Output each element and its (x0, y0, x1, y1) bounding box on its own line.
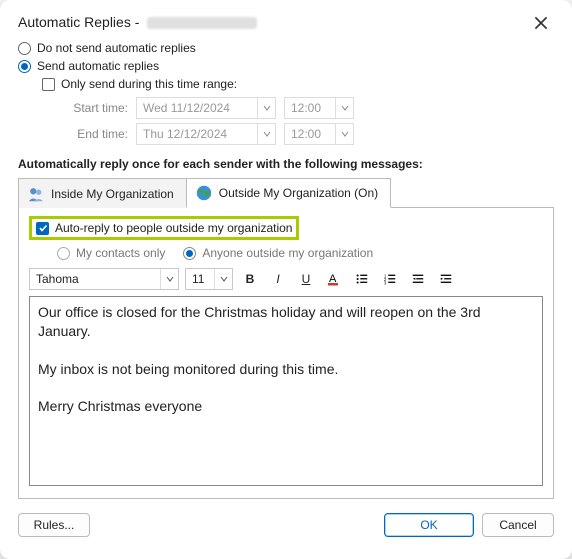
chevron-down-icon[interactable] (335, 124, 353, 144)
end-time-input[interactable] (285, 124, 335, 144)
people-icon (27, 185, 45, 203)
end-label: End time: (58, 127, 128, 141)
label: Do not send automatic replies (37, 41, 196, 55)
chevron-down-icon[interactable] (257, 98, 275, 118)
window-title: Automatic Replies - (18, 14, 257, 30)
tab-label: Inside My Organization (51, 187, 174, 201)
editor-body: Our office is closed for the Christmas h… (38, 304, 484, 414)
start-row: Start time: (58, 97, 554, 119)
auto-reply-heading: Automatically reply once for each sender… (18, 157, 554, 171)
outdent-button[interactable] (407, 268, 429, 290)
radio-icon (18, 42, 31, 55)
chevron-down-icon[interactable] (257, 124, 275, 144)
start-time-combo[interactable] (284, 97, 354, 119)
start-date-input[interactable] (137, 98, 257, 118)
italic-button[interactable]: I (267, 268, 289, 290)
rules-button[interactable]: Rules... (18, 513, 90, 537)
font-input[interactable] (30, 269, 160, 289)
label: Send automatic replies (37, 59, 159, 73)
radio-contacts-only[interactable]: My contacts only (57, 246, 165, 260)
chevron-down-icon[interactable] (335, 98, 353, 118)
checkbox-icon (36, 222, 49, 235)
autoreply-outside-check[interactable]: Auto-reply to people outside my organiza… (29, 216, 299, 240)
radio-icon (183, 247, 196, 260)
close-button[interactable] (528, 14, 554, 35)
cancel-button[interactable]: Cancel (482, 513, 554, 537)
tab-label: Outside My Organization (On) (219, 186, 378, 200)
label: Auto-reply to people outside my organiza… (55, 221, 292, 235)
end-row: End time: (58, 123, 554, 145)
chevron-down-icon[interactable] (214, 269, 232, 289)
time-range-grid: Start time: End time: (58, 97, 554, 145)
format-toolbar: B I U A 123 (29, 268, 543, 290)
number-list-button[interactable]: 123 (379, 268, 401, 290)
radio-send[interactable]: Send automatic replies (18, 59, 554, 73)
start-date-combo[interactable] (136, 97, 276, 119)
end-date-combo[interactable] (136, 123, 276, 145)
radio-icon (57, 247, 70, 260)
radio-no-send[interactable]: Do not send automatic replies (18, 41, 554, 55)
tab-strip: Inside My Organization Outside My Organi… (18, 177, 554, 208)
start-label: Start time: (58, 101, 128, 115)
label: My contacts only (76, 246, 165, 260)
dialog-buttons: Rules... OK Cancel (18, 513, 554, 537)
font-family-combo[interactable] (29, 268, 179, 290)
send-mode-group: Do not send automatic replies Send autom… (18, 41, 554, 145)
titlebar: Automatic Replies - (18, 14, 554, 35)
tab-outside[interactable]: Outside My Organization (On) (186, 178, 391, 208)
end-date-input[interactable] (137, 124, 257, 144)
globe-icon (195, 184, 213, 202)
bullet-list-button[interactable] (351, 268, 373, 290)
font-color-button[interactable]: A (323, 268, 345, 290)
size-input[interactable] (186, 269, 214, 289)
label: Anyone outside my organization (202, 246, 373, 260)
svg-text:3: 3 (384, 280, 387, 285)
underline-button[interactable]: U (295, 268, 317, 290)
outside-scope-group: My contacts only Anyone outside my organ… (57, 246, 543, 260)
tab-content-outside: Auto-reply to people outside my organiza… (18, 208, 554, 499)
chevron-down-icon[interactable] (160, 269, 178, 289)
label: Only send during this time range: (61, 77, 237, 91)
checkbox-icon (42, 78, 55, 91)
end-time-combo[interactable] (284, 123, 354, 145)
only-range-check[interactable]: Only send during this time range: (42, 77, 554, 91)
bold-button[interactable]: B (239, 268, 261, 290)
radio-anyone[interactable]: Anyone outside my organization (183, 246, 373, 260)
title-account (147, 17, 257, 29)
dialog-window: Automatic Replies - Do not send automati… (0, 0, 572, 559)
title-prefix: Automatic Replies - (18, 14, 139, 30)
indent-button[interactable] (435, 268, 457, 290)
radio-icon (18, 60, 31, 73)
message-editor[interactable]: Our office is closed for the Christmas h… (29, 296, 543, 486)
font-size-combo[interactable] (185, 268, 233, 290)
tab-inside[interactable]: Inside My Organization (18, 178, 187, 208)
ok-button[interactable]: OK (384, 513, 474, 537)
start-time-input[interactable] (285, 98, 335, 118)
